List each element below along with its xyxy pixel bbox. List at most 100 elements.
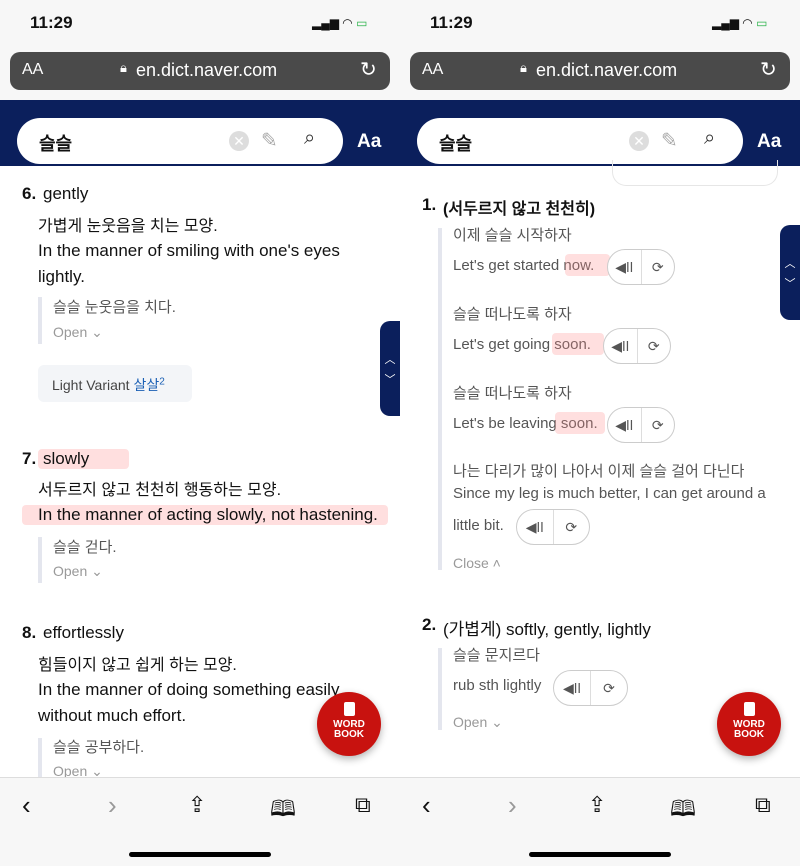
forward-button[interactable]: › [108,790,117,821]
forward-button[interactable]: › [508,790,517,821]
open-toggle[interactable]: Open ⌄ [53,324,103,341]
sense-ko-def: 서두르지 않고 천천히 행동하는 모양. [38,482,282,499]
handwriting-icon[interactable]: ✎ [261,128,278,153]
search-input[interactable]: 슬슬 [39,130,72,156]
repeat-icon[interactable]: ⟳ [636,329,671,363]
home-indicator [129,852,271,857]
repeat-icon[interactable]: ⟳ [590,671,627,705]
audio-controls: ◀ǀǀ ⟳ [607,249,675,285]
sense-en-def: without much effort. [38,706,187,725]
speaker-icon[interactable]: ◀ǀǀ [517,510,553,544]
clear-icon[interactable]: ✕ [229,131,249,151]
search-box[interactable]: 슬슬 ✕ ✎ ⌕ [17,118,343,164]
reload-icon[interactable]: ↻ [360,57,377,82]
chevron-down-icon[interactable]: ﹀ [385,371,396,387]
sense-title: (가볍게) softly, gently, lightly [443,620,651,639]
search-box[interactable]: 슬슬 ✕ ✎ ⌕ [417,118,743,164]
example-ko: 슬슬 떠나도록 하자 [453,385,572,402]
sense-word: slowly [38,449,130,469]
open-toggle[interactable]: Open ⌄ [453,714,503,731]
audio-controls: ◀ǀǀ ⟳ [603,328,671,364]
partial-tab [612,160,778,186]
example-bar [438,648,442,730]
reader-aa-button[interactable]: AA [22,61,43,79]
lock-icon: 🔒︎ [120,60,127,75]
sense-number: 6. [22,184,37,203]
search-input[interactable]: 슬슬 [439,130,472,156]
variant-link[interactable]: 살살2 [133,376,164,393]
url-text: en.dict.naver.com [136,60,278,80]
clear-icon[interactable]: ✕ [629,131,649,151]
open-toggle[interactable]: Open ⌄ [53,563,103,580]
example-ko: 나는 다리가 많이 나아서 이제 슬슬 걸어 다닌다 [453,463,745,480]
audio-controls: ◀ǀǀ ⟳ [607,407,675,443]
highlight-mark [552,333,604,355]
search-icon[interactable]: ⌕ [304,127,315,150]
bookmarks-icon[interactable]: 🕮 [270,792,296,830]
word-book-button[interactable]: WORD BOOK [317,692,381,756]
address-bar[interactable]: AA 🔒︎ en.dict.naver.com ↻ [410,52,790,90]
example-ko: 슬슬 떠나도록 하자 [453,306,572,323]
sense-number: 2. [422,615,437,634]
example-text: 슬슬 공부하다. [53,739,145,756]
bookmarks-icon[interactable]: 🕮 [670,792,696,830]
share-icon[interactable]: ⇪ [188,792,206,818]
example-bar [38,297,42,344]
sense-en-def: In the manner of doing something easily [38,680,340,699]
tabs-icon[interactable]: ⧉ [355,792,371,818]
reload-icon[interactable]: ↻ [760,57,777,82]
search-icon[interactable]: ⌕ [704,127,715,150]
font-size-button[interactable]: Aa [757,131,781,153]
example-ko: 이제 슬슬 시작하자 [453,227,572,244]
right-phone-screen: 11:29 ▂▄▆ ◠ ▭ AA 🔒︎ en.dict.naver.com ↻ … [400,0,800,866]
example-bar [38,537,42,583]
chevron-up-icon[interactable]: ︿ [385,351,396,367]
sense-en-def: lightly. [38,267,85,286]
example-en: Since my leg is much better, I can get a… [453,485,766,502]
url-text: en.dict.naver.com [536,60,678,80]
status-time: 11:29 [430,13,473,32]
chevron-down-icon[interactable]: ﹀ [785,275,796,291]
reader-aa-button[interactable]: AA [422,61,443,79]
back-button[interactable]: ‹ [422,790,431,821]
sense-en-def: In the manner of acting slowly, not hast… [22,505,388,525]
sense-en-def: In the manner of smiling with one's eyes [38,241,340,260]
home-indicator [529,852,671,857]
sense-number: 8. [22,623,37,642]
word-book-button[interactable]: WORD BOOK [717,692,781,756]
scroll-up-down-control[interactable]: ︿ ﹀ [780,225,800,320]
sense-ko-def: 가볍게 눈웃음을 치는 모양. [38,218,218,235]
audio-controls: ◀ǀǀ ⟳ [553,670,628,706]
scroll-up-down-control[interactable]: ︿ ﹀ [380,321,400,416]
example-bar [438,228,442,570]
chevron-up-icon[interactable]: ︿ [785,255,796,271]
sense-number: 1. [422,195,437,214]
speaker-icon[interactable]: ◀ǀǀ [554,671,590,705]
sense-word: effortlessly [43,623,124,642]
address-bar[interactable]: AA 🔒︎ en.dict.naver.com ↻ [10,52,390,90]
share-icon[interactable]: ⇪ [588,792,606,818]
sense-ko-def: 힘들이지 않고 쉽게 하는 모양. [38,657,237,674]
close-toggle[interactable]: Close ˄ [453,555,501,571]
back-button[interactable]: ‹ [22,790,31,821]
example-en: rub sth lightly [453,677,542,694]
highlight-mark [565,254,610,276]
font-size-button[interactable]: Aa [357,131,381,153]
signal-wifi-battery-icon: ▂▄▆ ◠ ▭ [712,16,768,30]
speaker-icon[interactable]: ◀ǀǀ [608,408,641,442]
tabs-icon[interactable]: ⧉ [755,792,771,818]
example-ko: 슬슬 문지르다 [453,647,540,664]
example-en: little bit. [453,517,504,534]
light-variant-box: Light Variant 살살2 [38,365,192,402]
example-bar [38,738,42,778]
audio-controls: ◀ǀǀ ⟳ [516,509,590,545]
speaker-icon[interactable]: ◀ǀǀ [604,329,637,363]
repeat-icon[interactable]: ⟳ [640,250,675,284]
repeat-icon[interactable]: ⟳ [640,408,675,442]
repeat-icon[interactable]: ⟳ [552,510,590,544]
lock-icon: 🔒︎ [520,60,527,75]
speaker-icon[interactable]: ◀ǀǀ [608,250,641,284]
handwriting-icon[interactable]: ✎ [661,128,678,153]
bookmark-icon [343,702,355,716]
example-text: 슬슬 걷다. [53,539,117,556]
